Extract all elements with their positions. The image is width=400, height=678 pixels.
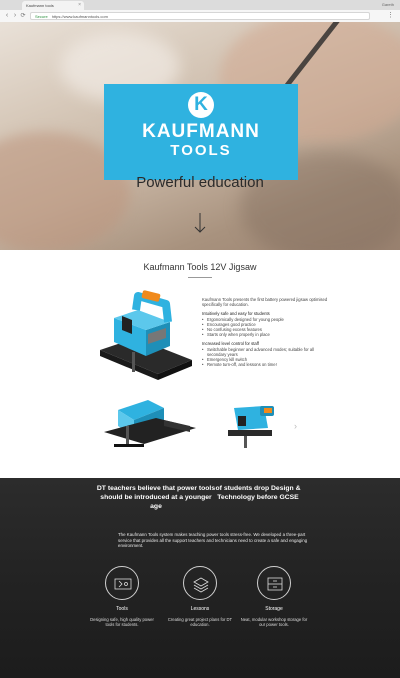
feature-name: Lessons	[190, 606, 210, 612]
logo-name: KAUFMANN	[142, 121, 260, 142]
browser-toolbar: ‹ › ⟳ Secure https://www.kaufmanntools.co…	[0, 10, 400, 22]
logo-k-icon: K	[188, 92, 214, 118]
jigsaw-product-image	[100, 290, 192, 380]
tab-title: Kaufmann tools	[26, 3, 54, 8]
scroll-down-arrow-icon[interactable]	[192, 212, 208, 234]
features-staff-list: Switchable beginner and advanced modes; …	[202, 347, 332, 368]
feature-name: Tools	[116, 606, 128, 612]
browser-chrome: Kaufmann tools × Gareth ‹ › ⟳ Secure http…	[0, 0, 400, 22]
feature-tools[interactable]: Tools Designing safe, high quality power…	[86, 566, 158, 628]
feature-desc: Neat, modular workshop storage for our p…	[240, 617, 308, 628]
browser-tab[interactable]: Kaufmann tools ×	[22, 1, 84, 10]
list-item: Remote turn-off, and lessons on time!	[202, 362, 332, 367]
product-title: Kaufmann Tools 12V Jigsaw	[143, 262, 257, 272]
jigsaw-side-image[interactable]	[224, 398, 284, 450]
brand-logo[interactable]: K KAUFMANN TOOLS	[104, 84, 298, 180]
about-intro: The Kaufmann Tools system makes teaching…	[118, 532, 308, 549]
about-section: DT teachers believe that power tools sho…	[0, 478, 400, 678]
product-description: Kaufmann Tools presents the first batter…	[202, 297, 332, 371]
tab-bar: Kaufmann tools × Gareth	[0, 0, 400, 10]
reload-icon[interactable]: ⟳	[19, 11, 27, 21]
title-divider	[188, 277, 212, 278]
secure-indicator: Secure	[35, 14, 48, 19]
carousel-next-icon[interactable]: ›	[294, 421, 297, 431]
forward-icon[interactable]: ›	[11, 11, 19, 21]
back-icon[interactable]: ‹	[3, 11, 11, 21]
features-students-list: Ergonomically designed for young people …	[202, 317, 332, 338]
feature-name: Storage	[265, 606, 283, 612]
profile-name[interactable]: Gareth	[382, 1, 394, 9]
logo-subtitle: TOOLS	[170, 142, 232, 159]
stat-students-drop: of students drop Design & Technology bef…	[215, 485, 301, 501]
product-intro: Kaufmann Tools presents the first batter…	[202, 297, 328, 308]
storage-icon	[257, 566, 291, 600]
feature-storage[interactable]: Storage Neat, modular workshop storage f…	[238, 566, 310, 628]
browser-menu-icon[interactable]: ⋮	[387, 11, 394, 21]
feature-desc: Creating great project plans for DT educ…	[167, 617, 233, 628]
lessons-icon	[183, 566, 217, 600]
list-item: Switchable beginner and advanced modes; …	[202, 347, 332, 357]
url-text: https://www.kaufmanntools.com	[51, 14, 108, 19]
feature-lessons[interactable]: Lessons Creating great project plans for…	[164, 566, 236, 628]
jigsaw-closeup-image[interactable]	[104, 396, 196, 448]
hero-tagline: Powerful education	[136, 174, 264, 191]
feature-desc: Designing safe, high quality power tools…	[90, 617, 154, 628]
list-item: Starts only when properly in place	[202, 332, 332, 337]
tab-close-icon[interactable]: ×	[78, 1, 81, 10]
tools-icon	[105, 566, 139, 600]
address-bar[interactable]: Secure https://www.kaufmanntools.com	[30, 12, 370, 20]
hero-section: K KAUFMANN TOOLS Powerful education	[0, 22, 400, 250]
